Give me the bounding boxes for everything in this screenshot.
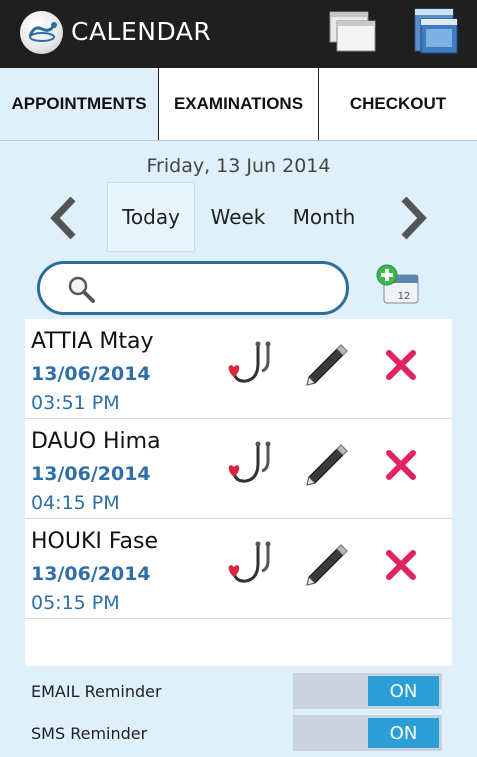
delete-icon[interactable]	[385, 349, 417, 381]
action-bar: CALENDAR	[0, 0, 477, 68]
app-title: CALENDAR	[71, 17, 212, 46]
appointment-row[interactable]: DAUO Hima 13/06/2014 04:15 PM	[25, 419, 452, 519]
add-appointment-icon[interactable]: 12	[374, 263, 422, 305]
appointment-row[interactable]: HOUKI Fase 13/06/2014 05:15 PM	[25, 519, 452, 619]
toggle-state: ON	[368, 676, 439, 706]
appointment-date: 13/06/2014	[31, 463, 151, 485]
email-reminder-toggle[interactable]: ON	[293, 673, 442, 709]
appointment-time: 04:15 PM	[31, 492, 120, 514]
sms-reminder-label: SMS Reminder	[31, 724, 148, 743]
stethoscope-icon[interactable]	[224, 439, 276, 491]
chevron-left-icon[interactable]	[49, 196, 79, 240]
appointment-date: 13/06/2014	[31, 563, 151, 585]
tab-appointments[interactable]: APPOINTMENTS	[0, 68, 158, 140]
patient-name: HOUKI Fase	[31, 529, 158, 554]
delete-icon[interactable]	[385, 549, 417, 581]
appointment-list: ATTIA Mtay 13/06/2014 03:51 PM DAUO Hima…	[25, 319, 452, 666]
stethoscope-icon[interactable]	[224, 539, 276, 591]
appointment-time: 05:15 PM	[31, 592, 120, 614]
search-icon	[66, 274, 96, 304]
window-icon[interactable]	[412, 6, 460, 56]
delete-icon[interactable]	[385, 449, 417, 481]
tab-checkout[interactable]: CHECKOUT	[319, 68, 477, 140]
windows-stack-icon[interactable]	[328, 10, 376, 54]
tab-bar: APPOINTMENTS EXAMINATIONS CHECKOUT	[0, 68, 477, 141]
patient-name: ATTIA Mtay	[31, 329, 154, 354]
email-reminder-label: EMAIL Reminder	[31, 682, 162, 701]
app-logo-icon[interactable]	[20, 11, 63, 54]
stethoscope-icon[interactable]	[224, 339, 276, 391]
pen-icon[interactable]	[301, 341, 349, 389]
pen-icon[interactable]	[301, 441, 349, 489]
period-month[interactable]: Month	[280, 182, 368, 252]
date-header: Friday, 13 Jun 2014	[146, 155, 331, 177]
toggle-state: ON	[368, 718, 439, 748]
period-today[interactable]: Today	[107, 182, 195, 252]
tab-examinations[interactable]: EXAMINATIONS	[159, 68, 318, 140]
sms-reminder-toggle[interactable]: ON	[293, 715, 442, 751]
appointment-time: 03:51 PM	[31, 392, 120, 414]
chevron-right-icon[interactable]	[398, 196, 428, 240]
period-week[interactable]: Week	[199, 182, 277, 252]
appointment-row[interactable]: ATTIA Mtay 13/06/2014 03:51 PM	[25, 319, 452, 419]
svg-text:12: 12	[398, 291, 411, 302]
patient-name: DAUO Hima	[31, 429, 161, 454]
pen-icon[interactable]	[301, 541, 349, 589]
appointment-date: 13/06/2014	[31, 363, 151, 385]
